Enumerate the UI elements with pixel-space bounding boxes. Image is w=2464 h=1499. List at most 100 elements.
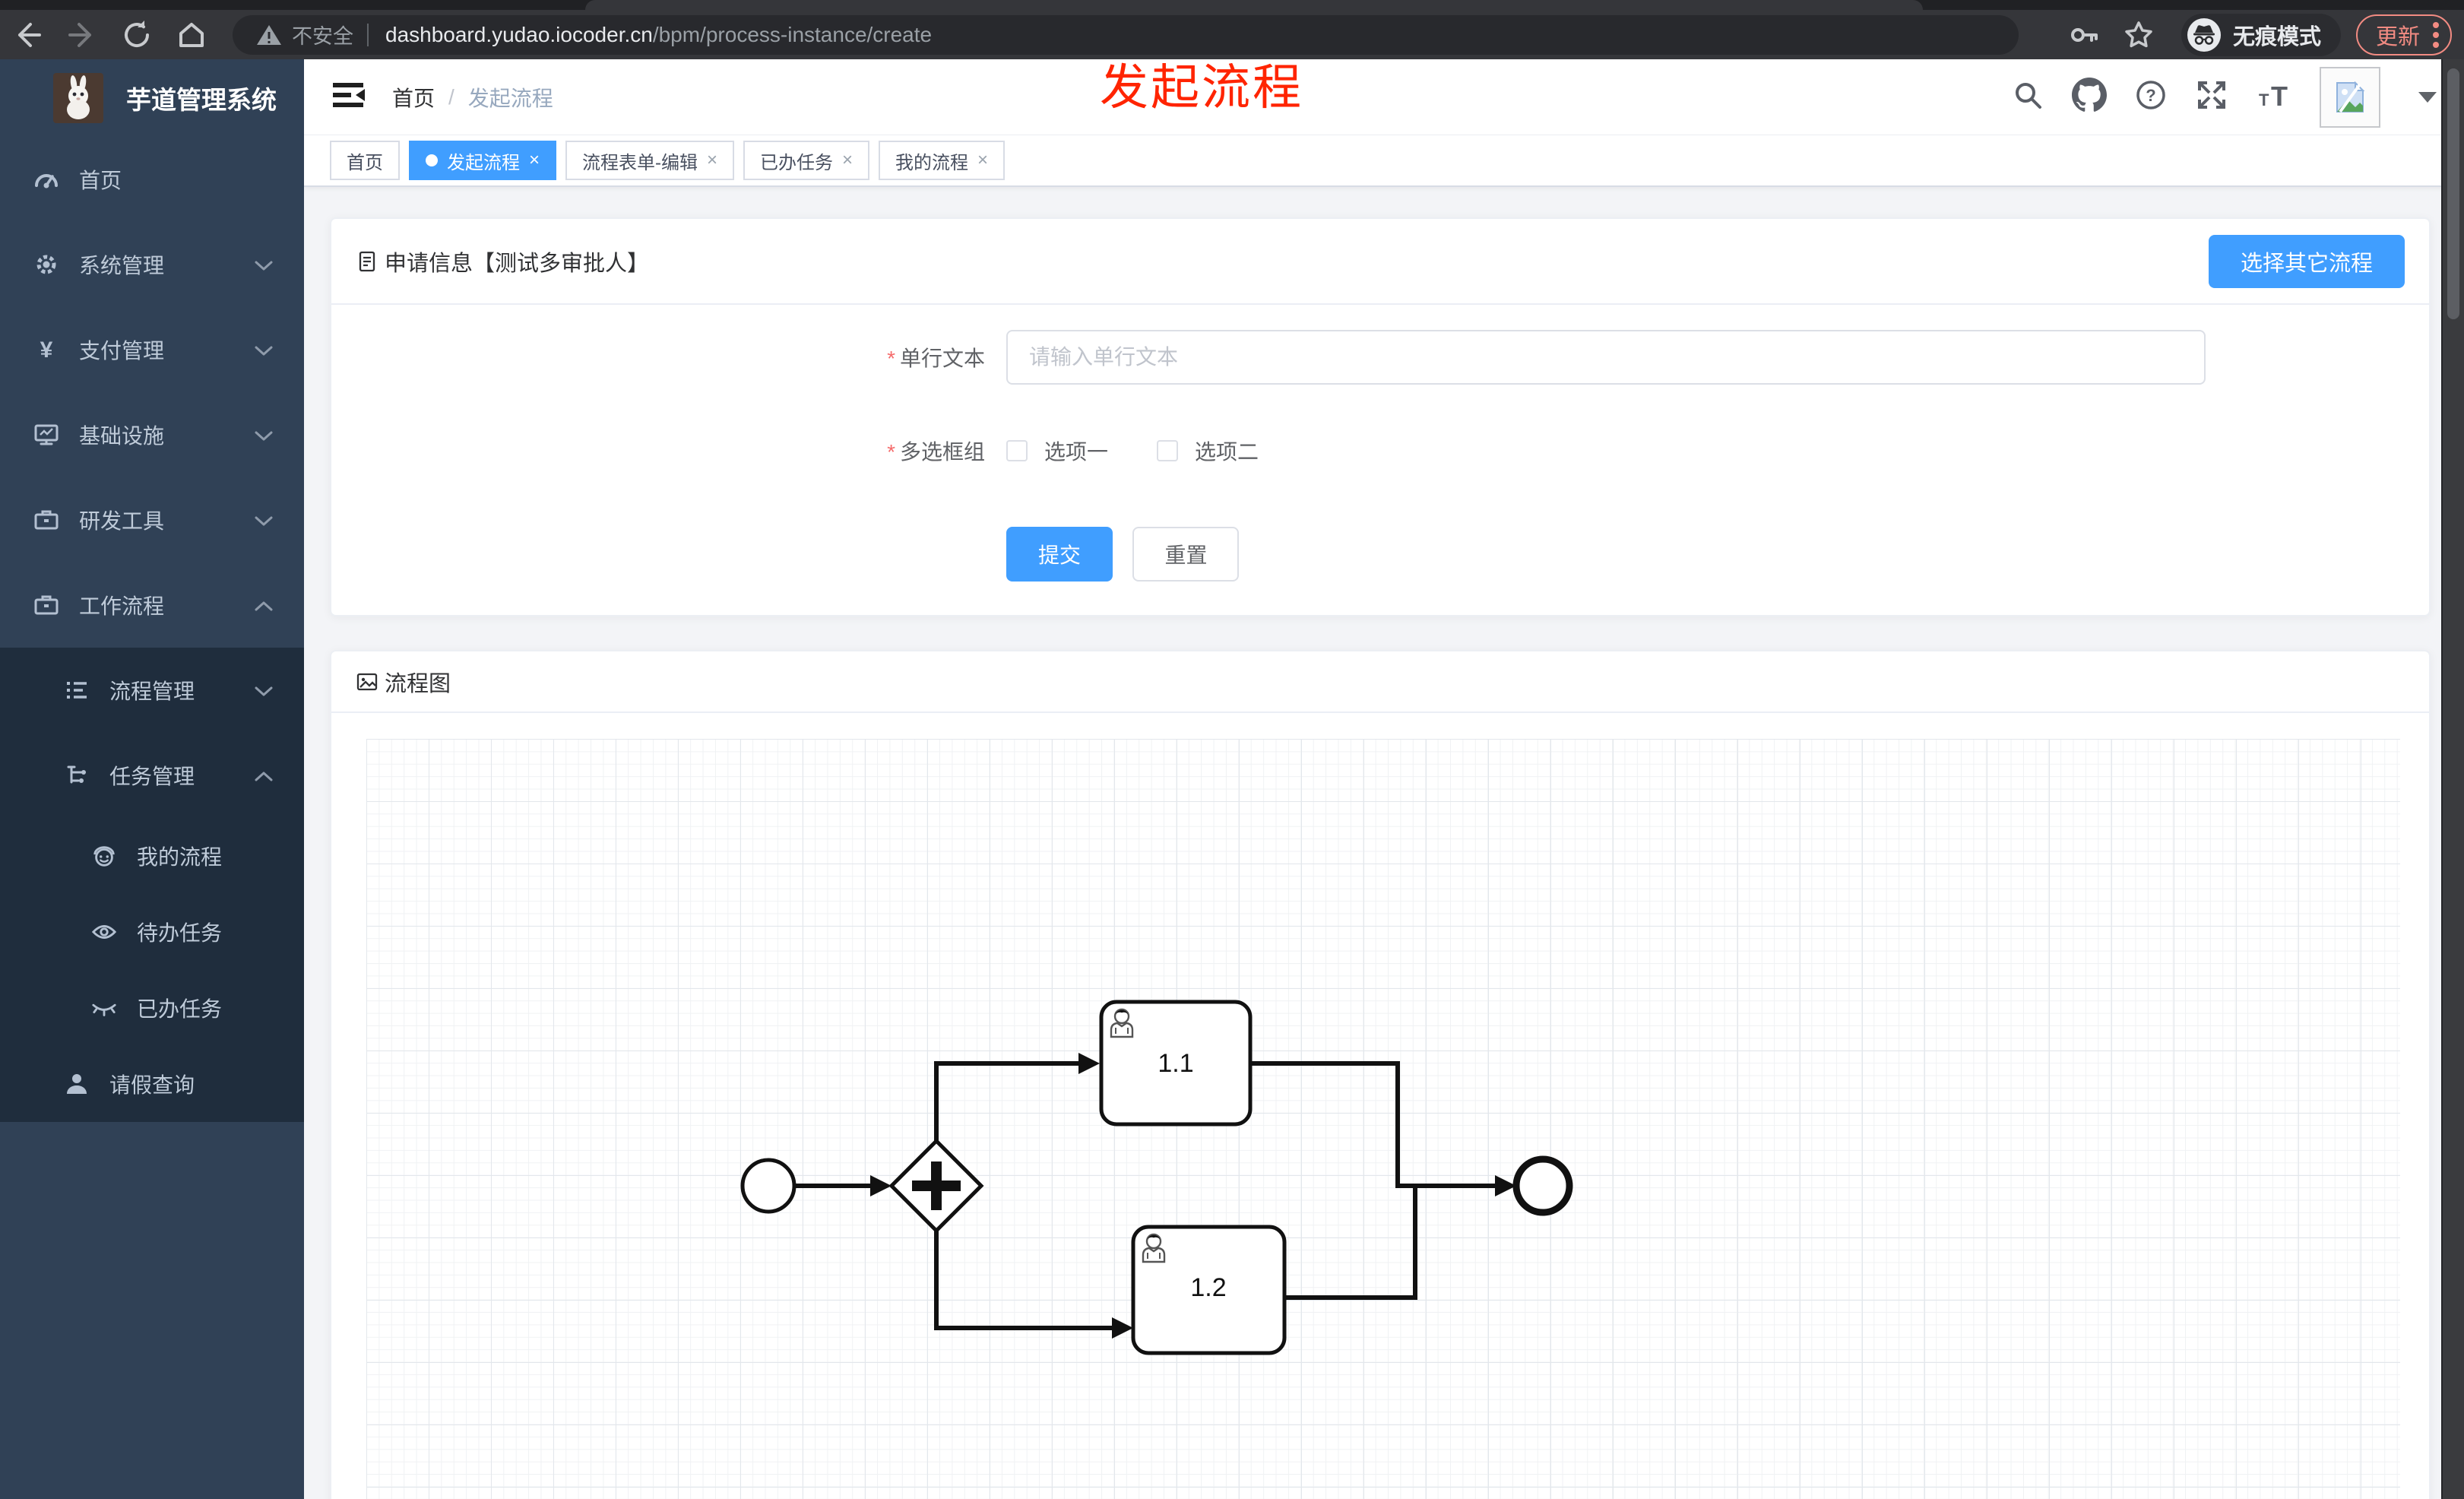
- tab-my-processes[interactable]: 我的流程 ×: [879, 141, 1006, 180]
- help-icon[interactable]: ?: [2134, 78, 2168, 116]
- url-host[interactable]: dashboard.yudao.iocoder.cn: [385, 23, 653, 47]
- panel-title: 流程图: [385, 671, 451, 696]
- fullscreen-icon[interactable]: [2195, 78, 2228, 116]
- back-icon[interactable]: [0, 14, 55, 56]
- sidebar-item-done-tasks[interactable]: 已办任务: [0, 970, 304, 1046]
- bpmn-user-task-1[interactable]: 1.1: [1099, 1000, 1253, 1127]
- tab-close-icon[interactable]: ×: [842, 150, 853, 171]
- reload-icon[interactable]: [109, 14, 164, 56]
- github-icon[interactable]: [2072, 78, 2107, 116]
- avatar[interactable]: [2320, 66, 2380, 128]
- sidebar-item-workflow[interactable]: 工作流程: [0, 563, 304, 648]
- collapse-sidebar-icon[interactable]: [331, 80, 368, 114]
- search-icon[interactable]: [2011, 78, 2044, 116]
- checkbox-group-label: 多选框组: [899, 440, 985, 464]
- sidebar-item-payment[interactable]: ¥ 支付管理: [0, 307, 304, 392]
- sidebar-item-system[interactable]: 系统管理: [0, 222, 304, 307]
- tab-close-icon[interactable]: ×: [529, 150, 540, 171]
- chevron-down-icon: [254, 338, 274, 362]
- sidebar-item-my-processes[interactable]: 我的流程: [0, 818, 304, 894]
- dropdown-caret-icon[interactable]: [2418, 91, 2437, 103]
- incognito-badge: 无痕模式: [2181, 13, 2341, 56]
- browser-active-tab[interactable]: [585, 0, 1923, 10]
- bpmn-canvas[interactable]: 1.1 1.2: [366, 739, 2400, 1499]
- star-icon[interactable]: [2111, 14, 2166, 56]
- sidebar-item-devtools[interactable]: 研发工具: [0, 477, 304, 563]
- sidebar-item-process-management[interactable]: 流程管理: [0, 648, 304, 733]
- checkbox-group-row: * 多选框组 选项一 选项二: [331, 436, 2429, 466]
- bpmn-end-event[interactable]: [1512, 1155, 1573, 1216]
- tab-initiate-process[interactable]: 发起流程 ×: [409, 141, 557, 180]
- checkbox-box[interactable]: [1006, 440, 1028, 461]
- image-icon: [356, 673, 378, 690]
- briefcase-icon: [33, 507, 59, 533]
- key-icon[interactable]: [2057, 14, 2111, 56]
- app-logo-row[interactable]: 芋道管理系统: [0, 59, 304, 137]
- branch-icon: [64, 762, 90, 788]
- text-field-label: 单行文本: [899, 347, 985, 370]
- gauge-icon: [33, 166, 59, 192]
- sidebar-item-label: 已办任务: [137, 997, 223, 1021]
- tab-label: 发起流程: [447, 152, 520, 173]
- form-actions-row: 提交 重置: [331, 527, 2429, 582]
- sidebar-item-leave-query[interactable]: 请假查询: [0, 1046, 304, 1122]
- update-button[interactable]: 更新: [2355, 14, 2452, 55]
- chevron-up-icon: [254, 593, 274, 617]
- tags-view-bar: 首页 发起流程 × 流程表单-编辑 × 已办任务 × 我的流程 ×: [304, 135, 2464, 187]
- home-icon[interactable]: [164, 14, 219, 56]
- bpmn-diagram: 1.1 1.2: [740, 1000, 1573, 1355]
- svg-text:¥: ¥: [40, 338, 53, 363]
- sidebar-item-home[interactable]: 首页: [0, 137, 304, 222]
- checkbox-option-2[interactable]: 选项二: [1157, 436, 1259, 466]
- url-path[interactable]: /bpm/process-instance/create: [653, 23, 932, 47]
- tab-home[interactable]: 首页: [330, 141, 400, 180]
- face-icon: [91, 842, 117, 870]
- choose-other-process-button[interactable]: 选择其它流程: [2208, 234, 2405, 288]
- forward-icon[interactable]: [55, 14, 109, 56]
- chevron-down-icon: [254, 423, 274, 447]
- sidebar-item-label: 基础设施: [79, 424, 165, 448]
- yen-icon: ¥: [33, 337, 59, 363]
- submit-button[interactable]: 提交: [1006, 527, 1113, 582]
- tab-close-icon[interactable]: ×: [977, 150, 988, 171]
- not-secure-warning-icon: [257, 24, 281, 45]
- breadcrumb-home[interactable]: 首页: [392, 82, 435, 113]
- sidebar-item-task-management[interactable]: 任务管理: [0, 733, 304, 818]
- sidebar-item-infrastructure[interactable]: 基础设施: [0, 392, 304, 477]
- single-line-text-input[interactable]: [1006, 330, 2206, 385]
- tab-close-icon[interactable]: ×: [707, 150, 717, 171]
- bpmn-parallel-gateway[interactable]: [888, 1138, 984, 1234]
- reset-button[interactable]: 重置: [1132, 527, 1240, 582]
- scrollbar-thumb[interactable]: [2447, 68, 2459, 319]
- sidebar-item-label: 任务管理: [109, 765, 195, 788]
- sidebar-item-label: 首页: [79, 169, 122, 192]
- sidebar-item-label: 流程管理: [109, 680, 195, 703]
- person-icon: [64, 1071, 90, 1097]
- chevron-down-icon: [254, 508, 274, 532]
- broken-image-icon: [2336, 81, 2365, 113]
- app-logo-rabbit: [53, 73, 103, 123]
- more-menu-icon[interactable]: [2432, 20, 2440, 50]
- chevron-up-icon: [254, 763, 274, 788]
- list-tree-icon: [64, 677, 90, 703]
- font-size-icon[interactable]: TT: [2256, 78, 2292, 116]
- svg-text:T: T: [2271, 81, 2288, 112]
- sidebar: 芋道管理系统 首页 系统管理 ¥ 支付管理 基础设施 研发工具 工作流程 流程管…: [0, 59, 304, 1499]
- bpmn-start-event[interactable]: [740, 1158, 797, 1214]
- chevron-down-icon: [254, 678, 274, 702]
- sidebar-item-label: 待办任务: [137, 921, 223, 945]
- security-label[interactable]: 不安全: [292, 20, 353, 49]
- browser-scrollbar[interactable]: [2441, 59, 2464, 1499]
- sidebar-item-todo-tasks[interactable]: 待办任务: [0, 894, 304, 970]
- apply-info-panel: 申请信息【测试多审批人】 选择其它流程 *单行文本 *多选框组 选项: [330, 217, 2431, 616]
- bpmn-user-task-2[interactable]: 1.2: [1131, 1225, 1287, 1355]
- tab-process-form-edit[interactable]: 流程表单-编辑 ×: [565, 141, 735, 180]
- checkbox-label: 选项一: [1044, 440, 1109, 464]
- checkbox-option-1[interactable]: 选项一: [1006, 436, 1108, 466]
- checkbox-box[interactable]: [1157, 440, 1179, 461]
- incognito-icon: [2187, 17, 2221, 52]
- tab-done-tasks[interactable]: 已办任务 ×: [743, 141, 870, 180]
- monitor-icon: [33, 422, 59, 448]
- sidebar-item-label: 工作流程: [79, 594, 165, 618]
- breadcrumb-current: 发起流程: [467, 86, 553, 110]
